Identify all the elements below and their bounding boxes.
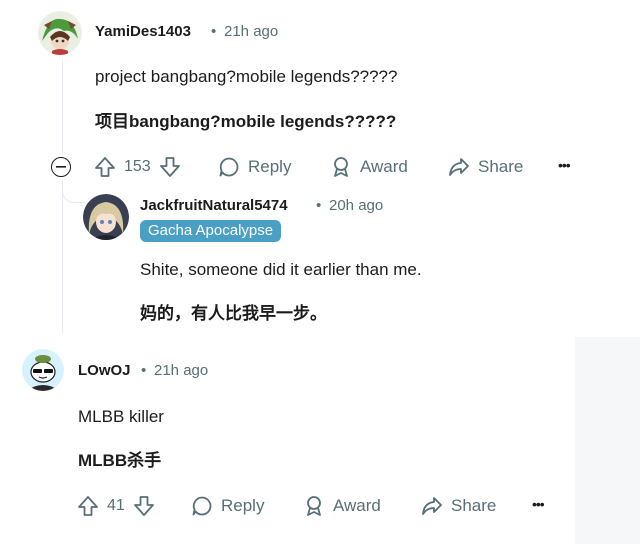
avatar[interactable]: [38, 11, 82, 55]
award-button[interactable]: Award: [330, 156, 408, 178]
share-button[interactable]: Share: [421, 495, 496, 517]
comment-username[interactable]: YamiDes1403: [95, 23, 191, 40]
award-icon: [307, 496, 321, 516]
avatar[interactable]: [22, 349, 64, 391]
thread-elbow: [62, 180, 85, 203]
share-button[interactable]: Share: [448, 156, 523, 178]
comment-timestamp[interactable]: 20h ago: [329, 197, 383, 214]
upvote-icon[interactable]: [94, 156, 116, 178]
comment-translation: 项目bangbang?mobile legends?????: [95, 112, 397, 131]
user-flair: Gacha Apocalypse: [140, 220, 282, 242]
upvote-icon[interactable]: [77, 495, 99, 517]
reply-label: Reply: [248, 157, 292, 176]
vote-group: 153: [94, 156, 181, 178]
meta-separator: •: [316, 197, 322, 214]
share-label: Share: [451, 496, 497, 515]
thread-line: [62, 181, 63, 334]
downvote-icon[interactable]: [133, 495, 155, 517]
reply-bubble-icon: [192, 496, 212, 516]
reply-label: Reply: [221, 496, 265, 515]
award-label: Award: [333, 496, 381, 515]
thread-line: [62, 60, 63, 155]
award-label: Award: [360, 157, 408, 176]
more-options-button[interactable]: •••: [558, 157, 571, 173]
collapse-button[interactable]: [51, 157, 71, 177]
comment-text: Shite, someone did it earlier than me.: [140, 260, 422, 279]
comment-timestamp[interactable]: 21h ago: [154, 362, 208, 379]
award-button[interactable]: Award: [303, 495, 381, 517]
downvote-icon[interactable]: [159, 156, 181, 178]
share-icon: [422, 497, 442, 515]
vote-count: 153: [124, 158, 151, 175]
comment-timestamp[interactable]: 21h ago: [224, 23, 278, 40]
comment-translation: 妈的，有人比我早一步。: [140, 304, 327, 323]
collapse-icon: [56, 166, 66, 168]
comment-translation: MLBB杀手: [78, 451, 162, 470]
meta-separator: •: [141, 362, 147, 379]
share-label: Share: [478, 157, 524, 176]
comment-username[interactable]: LOwOJ: [78, 362, 131, 379]
right-gray-panel: [575, 337, 640, 544]
comment-username[interactable]: JackfruitNatural5474: [140, 197, 288, 214]
meta-separator: •: [211, 23, 217, 40]
share-icon: [449, 158, 469, 176]
award-icon: [334, 157, 348, 177]
reply-button[interactable]: Reply: [218, 156, 291, 178]
comment-text: MLBB killer: [78, 407, 164, 426]
reply-button[interactable]: Reply: [191, 495, 264, 517]
reply-bubble-icon: [219, 157, 239, 177]
vote-group: 41: [77, 495, 155, 517]
vote-count: 41: [107, 497, 125, 514]
avatar[interactable]: [83, 194, 129, 240]
more-options-button[interactable]: •••: [532, 496, 545, 512]
comment-text: project bangbang?mobile legends?????: [95, 67, 398, 86]
